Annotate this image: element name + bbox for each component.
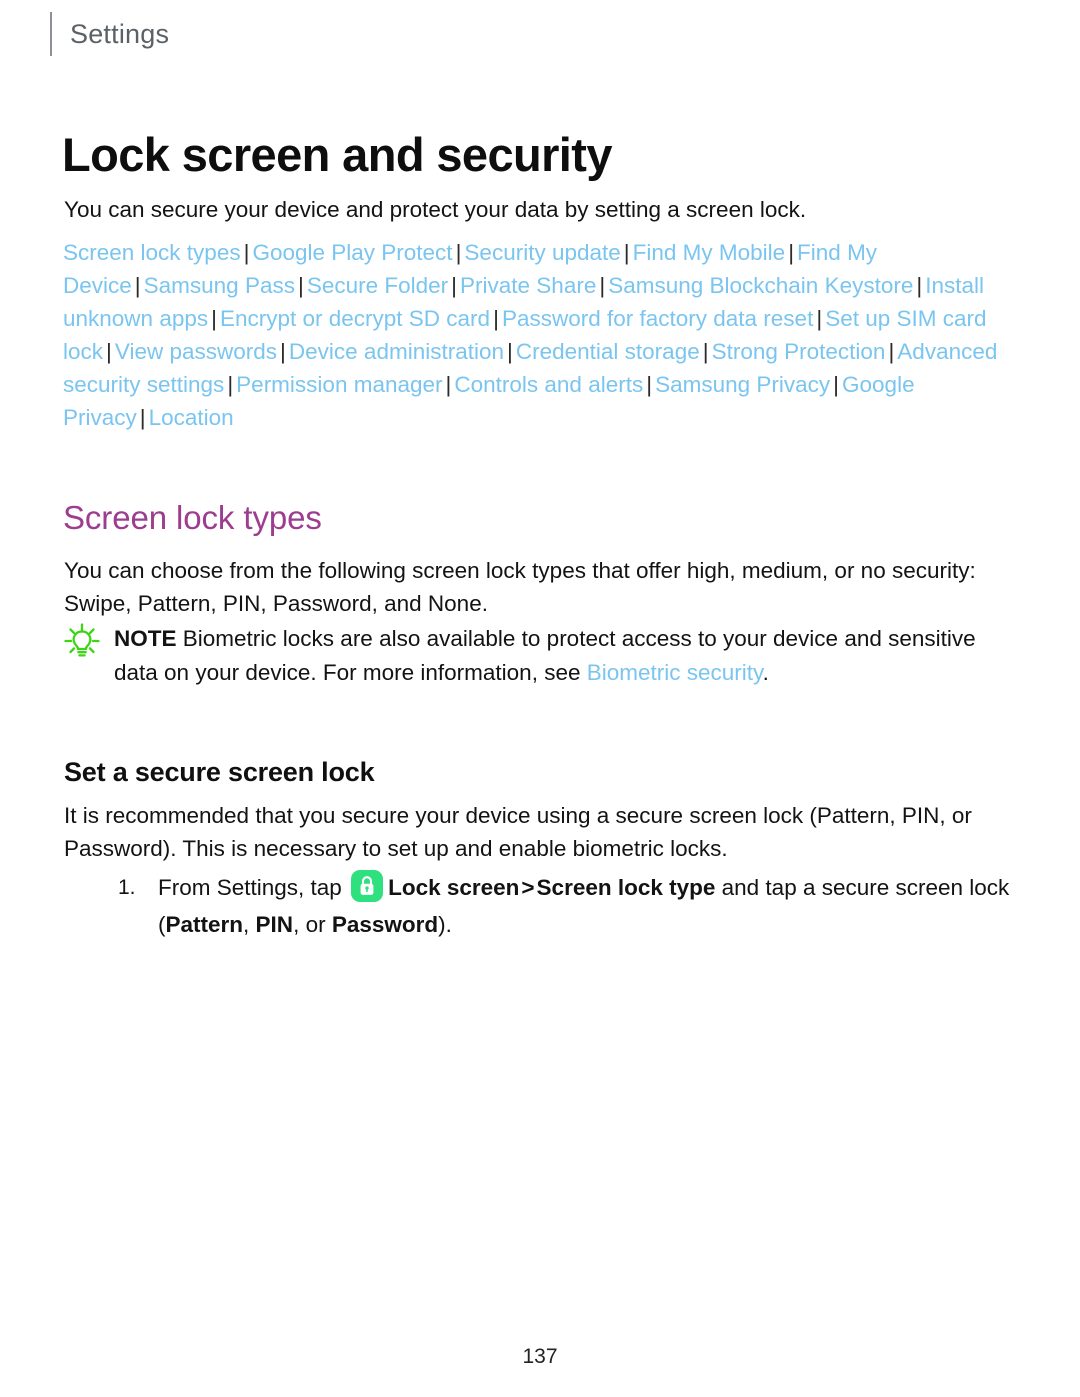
- xref-link-location[interactable]: Location: [149, 405, 234, 430]
- step-bold-pattern: Pattern: [165, 912, 244, 937]
- document-page: Settings Lock screen and security You ca…: [0, 0, 1080, 1397]
- subsection-heading-set-a-secure-screen-lock: Set a secure screen lock: [64, 757, 375, 787]
- lightbulb-icon: [63, 622, 101, 660]
- step-number: 1.: [118, 876, 136, 899]
- xref-link-strong-protection[interactable]: Strong Protection: [712, 339, 886, 364]
- list-item: 1. From Settings, tap Lock screen>Screen…: [118, 869, 1048, 943]
- step-text-part4: , or: [293, 912, 332, 937]
- xref-separator: |: [888, 339, 895, 364]
- xref-separator: |: [134, 273, 141, 298]
- xref-separator: |: [493, 306, 499, 331]
- note-callout: NOTE Biometric locks are also available …: [63, 620, 1003, 690]
- xref-link-permission-manager[interactable]: Permission manager: [236, 372, 442, 397]
- xref-link-samsung-pass[interactable]: Samsung Pass: [144, 273, 295, 298]
- note-label: NOTE: [114, 626, 177, 651]
- xref-link-samsung-privacy[interactable]: Samsung Privacy: [655, 372, 830, 397]
- xref-link-device-administration[interactable]: Device administration: [289, 339, 504, 364]
- xref-separator: |: [106, 339, 112, 364]
- step-text-part3: ,: [243, 912, 256, 937]
- running-head-label: Settings: [70, 19, 170, 49]
- running-head-rule: [50, 12, 52, 56]
- page-title: Lock screen and security: [62, 128, 612, 182]
- step-bold-pin: PIN: [255, 912, 294, 937]
- xref-separator: |: [243, 240, 250, 265]
- xref-link-view-passwords[interactable]: View passwords: [115, 339, 277, 364]
- step-bold-lock-screen: Lock screen: [388, 875, 520, 900]
- subsection-paragraph: It is recommended that you secure your d…: [64, 802, 972, 861]
- xref-separator: |: [623, 240, 630, 265]
- xref-link-google-play-protect[interactable]: Google Play Protect: [252, 240, 452, 265]
- xref-link-samsung-blockchain-keystore[interactable]: Samsung Blockchain Keystore: [608, 273, 913, 298]
- xref-link-private-share[interactable]: Private Share: [460, 273, 596, 298]
- xref-link-password-for-factory-data-reset[interactable]: Password for factory data reset: [502, 306, 813, 331]
- step-text: From Settings, tap Lock screen>Screen lo…: [158, 869, 1048, 943]
- xref-separator: |: [646, 372, 653, 397]
- intro-paragraph: You can secure your device and protect y…: [64, 196, 807, 222]
- note-text: NOTE Biometric locks are also available …: [114, 620, 1003, 690]
- xref-separator: |: [816, 306, 823, 331]
- cross-reference-link-list: Screen lock types | Google Play Protect | Se…: [63, 236, 1013, 434]
- xref-separator: |: [297, 273, 304, 298]
- xref-separator: |: [455, 240, 462, 265]
- xref-separator: |: [833, 372, 840, 397]
- xref-link-security-update[interactable]: Security update: [464, 240, 620, 265]
- xref-separator: |: [599, 273, 606, 298]
- chevron-right-icon: >: [521, 875, 535, 900]
- xref-separator: |: [227, 372, 234, 397]
- note-text-after-link: .: [762, 660, 769, 685]
- xref-separator: |: [788, 240, 795, 265]
- xref-separator: |: [916, 273, 923, 298]
- xref-separator: |: [702, 339, 709, 364]
- step-list: 1. From Settings, tap Lock screen>Screen…: [78, 869, 1048, 943]
- note-text-before-link: Biometric locks are also available to pr…: [114, 626, 976, 685]
- section-paragraph: You can choose from the following screen…: [64, 557, 976, 616]
- xref-link-credential-storage[interactable]: Credential storage: [516, 339, 700, 364]
- step-text-part5: ).: [438, 912, 452, 937]
- xref-link-screen-lock-types[interactable]: Screen lock types: [63, 240, 241, 265]
- xref-link-secure-folder[interactable]: Secure Folder: [307, 273, 448, 298]
- xref-separator: |: [280, 339, 286, 364]
- xref-separator: |: [211, 306, 217, 331]
- xref-link-find-my-mobile[interactable]: Find My Mobile: [633, 240, 786, 265]
- xref-link-encrypt-or-decrypt-sd-card[interactable]: Encrypt or decrypt SD card: [220, 306, 490, 331]
- page-number: 137: [522, 1345, 558, 1368]
- xref-separator: |: [139, 405, 146, 430]
- step-text-part1: From Settings, tap: [158, 875, 349, 900]
- biometric-security-link[interactable]: Biometric security: [587, 660, 763, 685]
- xref-link-controls-and-alerts[interactable]: Controls and alerts: [454, 372, 643, 397]
- step-bold-password: Password: [331, 912, 439, 937]
- running-head: Settings: [50, 12, 169, 56]
- xref-separator: |: [445, 372, 452, 397]
- xref-separator: |: [507, 339, 513, 364]
- section-heading-screen-lock-types: Screen lock types: [63, 499, 322, 537]
- step-bold-screen-lock-type: Screen lock type: [536, 875, 716, 900]
- xref-separator: |: [451, 273, 458, 298]
- lock-icon[interactable]: [351, 870, 384, 902]
